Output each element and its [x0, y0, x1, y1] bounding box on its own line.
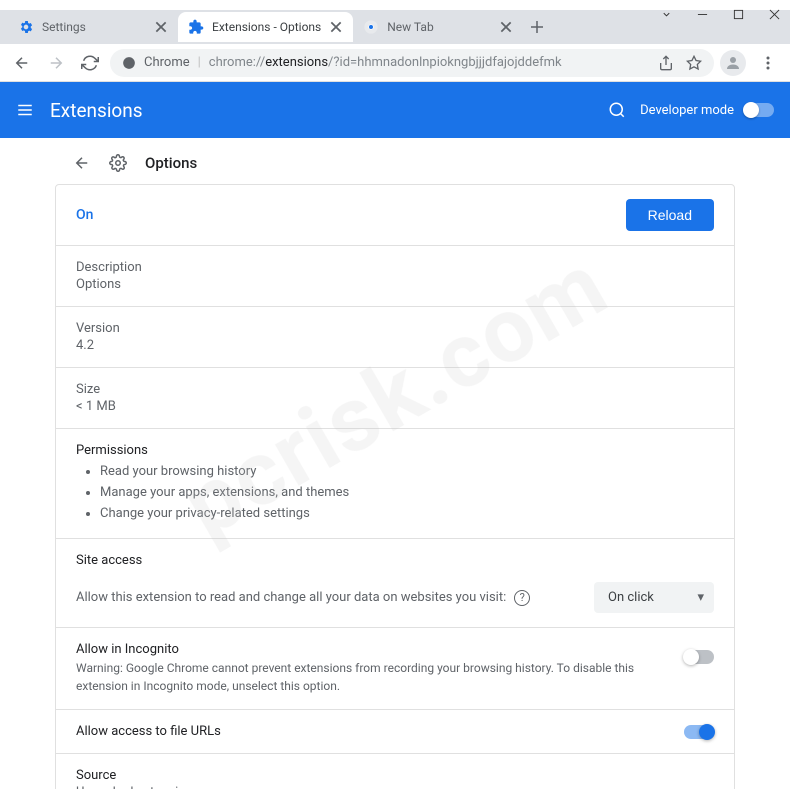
reload-button[interactable]: Reload: [626, 199, 714, 231]
content-area: Options On Reload Description Options Ve…: [0, 138, 790, 789]
new-tab-button[interactable]: [523, 13, 551, 41]
tab-newtab[interactable]: New Tab: [353, 12, 523, 42]
profile-avatar[interactable]: [720, 50, 746, 76]
version-label: Version: [76, 321, 714, 336]
version-value: 4.2: [76, 338, 714, 353]
description-value: Options: [76, 277, 714, 292]
tab-settings[interactable]: Settings: [8, 12, 178, 42]
site-access-label: Site access: [76, 553, 714, 568]
maximize-icon[interactable]: [732, 8, 744, 20]
dev-mode-toggle[interactable]: [744, 103, 774, 117]
extension-name: Options: [145, 154, 197, 172]
file-urls-toggle[interactable]: [684, 725, 714, 739]
chrome-lock-icon: [122, 56, 136, 70]
menu-button[interactable]: [754, 49, 782, 77]
minimize-icon[interactable]: [696, 8, 708, 20]
close-icon[interactable]: [329, 20, 343, 34]
tab-label: Settings: [42, 20, 146, 34]
close-icon[interactable]: [154, 20, 168, 34]
extensions-header: Extensions Developer mode: [0, 82, 790, 138]
on-status: On: [76, 207, 93, 223]
dev-mode-label: Developer mode: [640, 103, 734, 118]
permission-item: Change your privacy-related settings: [100, 504, 714, 525]
source-label: Source: [76, 768, 714, 783]
address-bar[interactable]: Chrome | chrome://extensions/?id=hhmnado…: [110, 49, 714, 77]
site-access-dropdown[interactable]: On click: [594, 582, 714, 613]
close-icon[interactable]: [768, 8, 780, 20]
permissions-label: Permissions: [76, 443, 714, 458]
page-title: Extensions: [50, 99, 608, 122]
permission-item: Read your browsing history: [100, 462, 714, 483]
tab-label: Extensions - Options: [212, 20, 321, 34]
tab-extensions[interactable]: Extensions - Options: [178, 12, 353, 42]
reload-button[interactable]: [76, 49, 104, 77]
site-access-text: Allow this extension to read and change …: [76, 590, 506, 605]
share-icon[interactable]: [658, 55, 674, 71]
incognito-label: Allow in Incognito: [76, 642, 668, 657]
hamburger-icon[interactable]: [16, 101, 34, 119]
chevron-down-icon[interactable]: [660, 8, 672, 20]
search-icon[interactable]: [608, 101, 626, 119]
gear-icon: [109, 154, 127, 172]
forward-button[interactable]: [42, 49, 70, 77]
toolbar: Chrome | chrome://extensions/?id=hhmnado…: [0, 44, 790, 82]
file-urls-label: Allow access to file URLs: [76, 724, 221, 739]
size-label: Size: [76, 382, 714, 397]
back-icon[interactable]: [73, 154, 91, 172]
star-icon[interactable]: [686, 55, 702, 71]
puzzle-icon: [188, 19, 204, 35]
back-button[interactable]: [8, 49, 36, 77]
close-icon[interactable]: [499, 20, 513, 34]
source-value: Unpacked extension: [76, 785, 714, 789]
gear-icon: [18, 19, 34, 35]
size-value: < 1 MB: [76, 399, 714, 414]
description-label: Description: [76, 260, 714, 275]
scheme-label: Chrome: [144, 55, 190, 70]
permission-item: Manage your apps, extensions, and themes: [100, 483, 714, 504]
incognito-toggle[interactable]: [684, 650, 714, 664]
chrome-icon: [363, 19, 379, 35]
tab-label: New Tab: [387, 20, 491, 34]
help-icon[interactable]: ?: [514, 590, 530, 606]
incognito-warning: Warning: Google Chrome cannot prevent ex…: [76, 659, 668, 695]
